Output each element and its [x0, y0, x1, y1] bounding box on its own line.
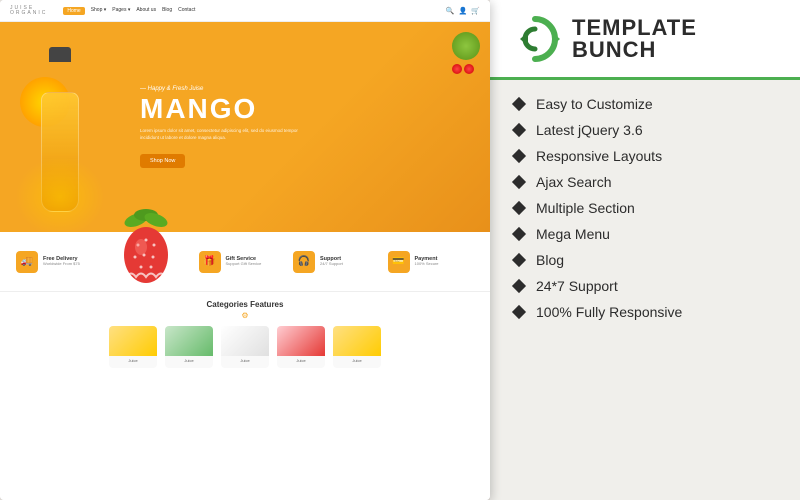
info-panel: TEMPLATE BUNCH Easy to Customize Latest … — [490, 0, 800, 500]
brand-name: TEMPLATE BUNCH — [572, 17, 780, 61]
feature-support: 🎧 Support 24/7 Support — [293, 240, 380, 283]
categories-section: Categories Features ⚙ Juice Juice Juice — [0, 292, 490, 372]
support-icon: 🎧 — [293, 251, 315, 273]
bullet-3 — [512, 175, 526, 189]
kiwi-decoration — [452, 32, 480, 60]
feature-label-3: Ajax Search — [536, 174, 611, 190]
feature-label-6: Blog — [536, 252, 564, 268]
hero-title: MANGO — [140, 95, 470, 123]
bullet-0 — [512, 97, 526, 111]
payment-icon: 💳 — [388, 251, 410, 273]
delivery-sub: Worldwide From $75 — [43, 262, 80, 267]
nav-link-about: About us — [136, 7, 156, 15]
feature-row-2: Responsive Layouts — [514, 148, 776, 164]
cat-img-2 — [165, 326, 213, 356]
gift-sub: Support Gift Service — [226, 262, 262, 267]
feature-row-1: Latest jQuery 3.6 — [514, 122, 776, 138]
feature-label-0: Easy to Customize — [536, 96, 653, 112]
feature-row-0: Easy to Customize — [514, 96, 776, 112]
cat-img-3 — [221, 326, 269, 356]
features-strip: 🚚 Free Delivery Worldwide From $75 — [0, 232, 490, 292]
feature-label-2: Responsive Layouts — [536, 148, 662, 164]
bullet-4 — [512, 201, 526, 215]
bullet-5 — [512, 227, 526, 241]
hero-description: Lorem ipsum dolor sit amet, consectetur … — [140, 127, 300, 141]
cat-item-4: Juice — [277, 326, 325, 368]
feature-row-8: 100% Fully Responsive — [514, 304, 776, 320]
bullet-8 — [512, 305, 526, 319]
nav-link-pages: Pages ▾ — [112, 7, 130, 15]
cherry-2 — [464, 64, 474, 74]
shop-now-button[interactable]: Shop Now — [140, 154, 185, 168]
hero-text: — Happy & Fresh Juise MANGO Lorem ipsum … — [20, 86, 470, 168]
cart-icon: 🛒 — [471, 7, 480, 15]
cherry-decoration — [452, 64, 480, 74]
hero-fruit-decoration — [452, 32, 480, 74]
user-icon: 👤 — [459, 7, 468, 15]
hero-section: — Happy & Fresh Juise MANGO Lorem ipsum … — [0, 22, 490, 232]
bullet-1 — [512, 123, 526, 137]
categories-title: Categories Features — [16, 300, 474, 309]
feature-label-4: Multiple Section — [536, 200, 635, 216]
gift-icon: 🎁 — [199, 251, 221, 273]
cat-label-1: Juice — [126, 356, 139, 365]
features-list: Easy to Customize Latest jQuery 3.6 Resp… — [490, 80, 800, 500]
cat-item-2: Juice — [165, 326, 213, 368]
feature-payment: 💳 Payment 100% Secure — [388, 240, 475, 283]
delivery-icon: 🚚 — [16, 251, 38, 273]
mock-logo: JUISE ORGANIC — [10, 6, 47, 16]
feature-label-8: 100% Fully Responsive — [536, 304, 682, 320]
feature-row-4: Multiple Section — [514, 200, 776, 216]
feature-delivery: 🚚 Free Delivery Worldwide From $75 — [16, 240, 103, 283]
cat-item-3: Juice — [221, 326, 269, 368]
brand-logo-icon — [510, 14, 560, 64]
website-preview: JUISE ORGANIC Home Shop ▾ Pages ▾ About … — [0, 0, 490, 500]
nav-link-home: Home — [63, 7, 84, 15]
categories-divider: ⚙ — [16, 311, 474, 320]
cat-label-5: Juice — [350, 356, 363, 365]
cat-label-3: Juice — [238, 356, 251, 365]
mock-navbar: JUISE ORGANIC Home Shop ▾ Pages ▾ About … — [0, 0, 490, 22]
cat-label-4: Juice — [294, 356, 307, 365]
cat-item-5: Juice — [333, 326, 381, 368]
bullet-6 — [512, 253, 526, 267]
bullet-7 — [512, 279, 526, 293]
feature-row-5: Mega Menu — [514, 226, 776, 242]
cat-img-4 — [277, 326, 325, 356]
cat-item-1: Juice — [109, 326, 157, 368]
feature-label-5: Mega Menu — [536, 226, 610, 242]
bottle-cap — [49, 47, 71, 62]
nav-links: Home Shop ▾ Pages ▾ About us Blog Contac… — [63, 7, 195, 15]
search-icon: 🔍 — [446, 7, 455, 15]
feature-row-3: Ajax Search — [514, 174, 776, 190]
strawberry-img — [111, 205, 181, 275]
hero-subtitle: — Happy & Fresh Juise — [140, 86, 470, 92]
nav-link-shop: Shop ▾ — [91, 7, 107, 15]
feature-label-7: 24*7 Support — [536, 278, 618, 294]
nav-icons: 🔍 👤 🛒 — [446, 7, 480, 15]
mockup-container: JUISE ORGANIC Home Shop ▾ Pages ▾ About … — [0, 0, 490, 500]
support-sub: 24/7 Support — [320, 262, 343, 267]
nav-link-contact: Contact — [178, 7, 195, 15]
cat-img-1 — [109, 326, 157, 356]
splash-effect — [15, 157, 105, 232]
categories-list: Juice Juice Juice Juice Juice — [16, 326, 474, 368]
bullet-2 — [512, 149, 526, 163]
nav-link-blog: Blog — [162, 7, 172, 15]
payment-sub: 100% Secure — [415, 262, 439, 267]
cat-label-2: Juice — [182, 356, 195, 365]
brand-header: TEMPLATE BUNCH — [490, 0, 800, 80]
cherry-1 — [452, 64, 462, 74]
logo-sub: ORGANIC — [10, 11, 47, 16]
feature-row-6: Blog — [514, 252, 776, 268]
feature-row-7: 24*7 Support — [514, 278, 776, 294]
cat-img-5 — [333, 326, 381, 356]
feature-gift: 🎁 Gift Service Support Gift Service — [199, 240, 286, 283]
strawberry-area — [111, 240, 191, 283]
feature-label-1: Latest jQuery 3.6 — [536, 122, 643, 138]
